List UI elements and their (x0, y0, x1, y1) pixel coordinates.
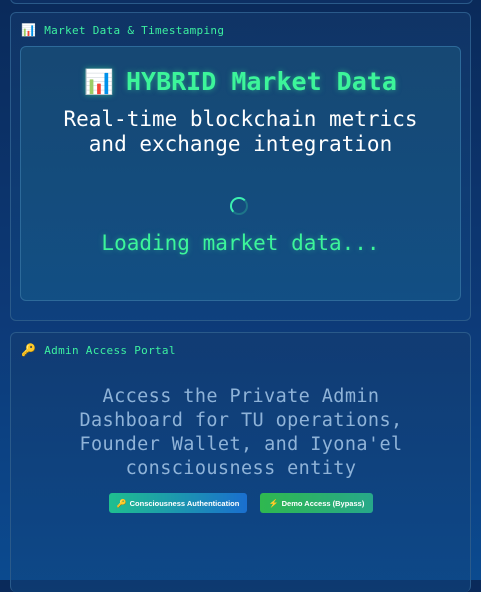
hybrid-market-title: 📊 HYBRID Market Data (21, 67, 460, 96)
market-section-header: 📊 Market Data & Timestamping (21, 22, 224, 38)
market-section-title: Market Data & Timestamping (44, 23, 225, 37)
market-data-card: 📊 HYBRID Market Data Real-time blockchain… (20, 46, 461, 301)
admin-section-title: Admin Access Portal (44, 343, 176, 357)
demo-button-label: Demo Access (Bypass) (281, 498, 365, 508)
admin-desc-line: Access the Private Admin (102, 386, 380, 407)
key-icon: 🔑 (21, 343, 37, 357)
hybrid-title-text: HYBRID Market Data (125, 67, 397, 96)
admin-desc-line: Founder Wallet, and Iyona'el (79, 434, 403, 455)
lightning-icon: ⚡ (268, 498, 279, 508)
admin-access-section: 🔑 Admin Access Portal Access the Private… (10, 332, 471, 592)
hybrid-market-subtitle: Real-time blockchain metrics and exchang… (21, 107, 460, 157)
subtitle-line-1: Real-time blockchain metrics (63, 107, 418, 131)
bar-chart-icon: 📊 (84, 68, 114, 96)
auth-button-label: Consciousness Authentication (129, 498, 240, 508)
demo-access-button[interactable]: ⚡ Demo Access (Bypass) (260, 493, 373, 513)
key-icon: 🔑 (116, 498, 127, 508)
bar-chart-icon: 📊 (21, 23, 37, 37)
admin-desc-line: Dashboard for TU operations, (79, 410, 403, 431)
admin-description: Access the Private Admin Dashboard for T… (31, 385, 451, 481)
admin-section-header: 🔑 Admin Access Portal (21, 342, 176, 358)
loading-text: Loading market data... (101, 231, 380, 255)
market-data-section: 📊 Market Data & Timestamping 📊 HYBRID Mar… (10, 12, 471, 321)
consciousness-authentication-button[interactable]: 🔑 Consciousness Authentication (109, 493, 247, 513)
admin-desc-line: consciousness entity (125, 458, 357, 479)
subtitle-line-2: and exchange integration (88, 132, 393, 156)
previous-section-edge (10, 0, 473, 4)
loading-spinner-icon (230, 197, 248, 215)
